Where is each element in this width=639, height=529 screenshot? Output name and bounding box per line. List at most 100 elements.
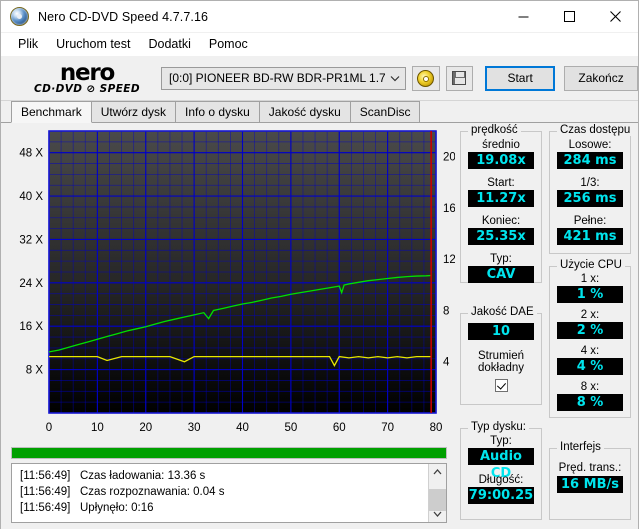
panel-cpu-usage: Użycie CPU 1 x: 1 % 2 x: 2 % 4 x: 4 % 8 … (549, 266, 631, 418)
panel-dae-title: Jakość DAE (468, 306, 537, 318)
speed-avg-label: średnio (461, 139, 541, 151)
menu-item-dodatki[interactable]: Dodatki (140, 35, 200, 53)
menu-item-pomoc[interactable]: Pomoc (200, 35, 257, 53)
cpu-2x-label: 2 x: (550, 309, 630, 321)
nero-logo: nero CD·DVD ⊘ SPEED (23, 62, 151, 95)
y-axis-tick-label: 16 X (19, 321, 43, 333)
eject-disc-button[interactable] (412, 66, 440, 91)
scroll-up-icon[interactable] (429, 464, 446, 480)
tab-info-o-dysku[interactable]: Info o dysku (175, 101, 260, 122)
drive-select[interactable]: [0:0] PIONEER BD-RW BDR-PR1ML 1.75 (161, 67, 406, 90)
interface-rate-label: Pręd. trans.: (550, 462, 630, 474)
title-bar: Nero CD-DVD Speed 4.7.7.16 (1, 1, 638, 33)
dae-stream-label-line1: Strumień (461, 350, 541, 362)
chevron-down-icon (385, 75, 405, 82)
interface-rate-value: 16 MB/s (557, 476, 623, 493)
y-axis-tick-label: 24 X (19, 278, 43, 290)
x-axis-tick-label: 0 (46, 422, 52, 434)
log-entry: [11:56:49]Czas ładowania: 13.36 s (20, 468, 428, 484)
panel-access-time: Czas dostępu Losowe: 284 ms 1/3: 256 ms … (549, 131, 631, 254)
exit-button[interactable]: Zakończ (564, 66, 638, 91)
cpu-1x-label: 1 x: (550, 273, 630, 285)
menu-item-plik[interactable]: Plik (9, 35, 47, 53)
scrollbar-track[interactable] (429, 480, 446, 506)
y-axis-tick-label: 8 X (26, 365, 44, 377)
panel-cpu-title: Użycie CPU (557, 259, 625, 271)
y2-axis-tick-label: 12 (443, 254, 455, 266)
y2-axis-tick-label: 8 (443, 305, 449, 317)
x-axis-tick-label: 20 (139, 422, 152, 434)
speed-type-label: Typ: (461, 253, 541, 265)
speed-type-value: CAV (468, 266, 534, 283)
minimize-button[interactable] (500, 2, 546, 32)
panel-disc-type: Typ dysku: Typ: Audio CD Długość: 79:00.… (460, 428, 542, 520)
x-axis-tick-label: 50 (284, 422, 297, 434)
x-axis-tick-label: 60 (333, 422, 346, 434)
cpu-8x-label: 8 x: (550, 381, 630, 393)
cpu-4x-value: 4 % (557, 358, 623, 375)
log-entry: [11:56:49]Upłynęło: 0:16 (20, 500, 428, 516)
close-button[interactable] (592, 2, 638, 32)
disc-length-value: 79:00.25 (468, 487, 534, 504)
y2-axis-tick-label: 16 (443, 203, 455, 215)
start-button[interactable]: Start (485, 66, 555, 91)
log-timestamp: [11:56:49] (20, 484, 80, 500)
toolbar: nero CD·DVD ⊘ SPEED [0:0] PIONEER BD-RW … (1, 56, 638, 101)
maximize-button[interactable] (546, 2, 592, 32)
log-timestamp: [11:56:49] (20, 468, 80, 484)
dae-value: 10 (468, 323, 534, 340)
access-third-label: 1/3: (550, 177, 630, 189)
access-random-label: Losowe: (550, 139, 630, 151)
nero-logo-subtitle: CD·DVD ⊘ SPEED (34, 84, 140, 95)
disc-type-label: Typ: (461, 435, 541, 447)
cpu-2x-value: 2 % (557, 322, 623, 339)
dae-stream-label-line2: dokładny (461, 362, 541, 374)
log-text: Czas rozpoznawania: 0.04 s (80, 486, 224, 498)
log-entry: [11:56:49]Czas rozpoznawania: 0.04 s (20, 484, 428, 500)
save-results-button[interactable] (446, 66, 474, 91)
x-axis-tick-label: 80 (430, 422, 443, 434)
disc-type-value: Audio CD (468, 448, 534, 465)
menu-item-uruchom-test[interactable]: Uruchom test (47, 35, 139, 53)
nero-logo-word: nero (60, 62, 114, 85)
speed-end-label: Koniec: (461, 215, 541, 227)
window-title: Nero CD-DVD Speed 4.7.7.16 (38, 10, 208, 24)
log-box: [11:56:49]Czas ładowania: 13.36 s [11:56… (11, 463, 447, 523)
app-window: Nero CD-DVD Speed 4.7.7.16 Plik Uruchom … (0, 0, 639, 529)
x-axis-tick-label: 40 (236, 422, 249, 434)
tab-strip: Benchmark Utwórz dysk Info o dysku Jakoś… (1, 101, 638, 123)
panel-dae-quality: Jakość DAE 10 Strumień dokładny (460, 313, 542, 405)
speed-avg-value: 19.08x (468, 152, 534, 169)
dae-stream-checkbox[interactable] (495, 379, 508, 392)
save-floppy-icon (452, 71, 466, 85)
y2-axis-tick-label: 20 (443, 152, 455, 164)
benchmark-chart-svg: 8 X16 X24 X32 X40 X48 X48121620010203040… (1, 123, 455, 445)
log-scrollbar[interactable] (428, 464, 446, 522)
tab-scandisc[interactable]: ScanDisc (350, 101, 421, 122)
drive-select-value: [0:0] PIONEER BD-RW BDR-PR1ML 1.75 (162, 71, 385, 85)
panel-access-time-title: Czas dostępu (557, 124, 633, 136)
cpu-1x-value: 1 % (557, 286, 623, 303)
access-full-label: Pełne: (550, 215, 630, 227)
access-random-value: 284 ms (557, 152, 623, 169)
progress-bar (11, 447, 447, 459)
cpu-4x-label: 4 x: (550, 345, 630, 357)
tab-utworz-dysk[interactable]: Utwórz dysk (91, 101, 176, 122)
main-content: 8 X16 X24 X32 X40 X48 X48121620010203040… (1, 123, 638, 529)
log-text: Upłynęło: 0:16 (80, 502, 154, 514)
log-lines: [11:56:49]Czas ładowania: 13.36 s [11:56… (12, 464, 428, 522)
x-axis-tick-label: 10 (91, 422, 104, 434)
benchmark-chart: 8 X16 X24 X32 X40 X48 X48121620010203040… (1, 123, 455, 445)
access-third-value: 256 ms (557, 190, 623, 207)
cpu-8x-value: 8 % (557, 394, 623, 411)
panel-interface-title: Interfejs (557, 441, 604, 453)
speed-end-value: 25.35x (468, 228, 534, 245)
tab-jakosc-dysku[interactable]: Jakość dysku (259, 101, 351, 122)
menu-bar: Plik Uruchom test Dodatki Pomoc (1, 33, 638, 56)
x-axis-tick-label: 30 (188, 422, 201, 434)
disc-length-label: Długość: (461, 474, 541, 486)
tab-benchmark[interactable]: Benchmark (11, 101, 92, 123)
panel-interface: Interfejs Pręd. trans.: 16 MB/s (549, 448, 631, 520)
panel-speed-title: prędkość (468, 124, 521, 136)
scrollbar-thumb[interactable] (429, 489, 446, 511)
